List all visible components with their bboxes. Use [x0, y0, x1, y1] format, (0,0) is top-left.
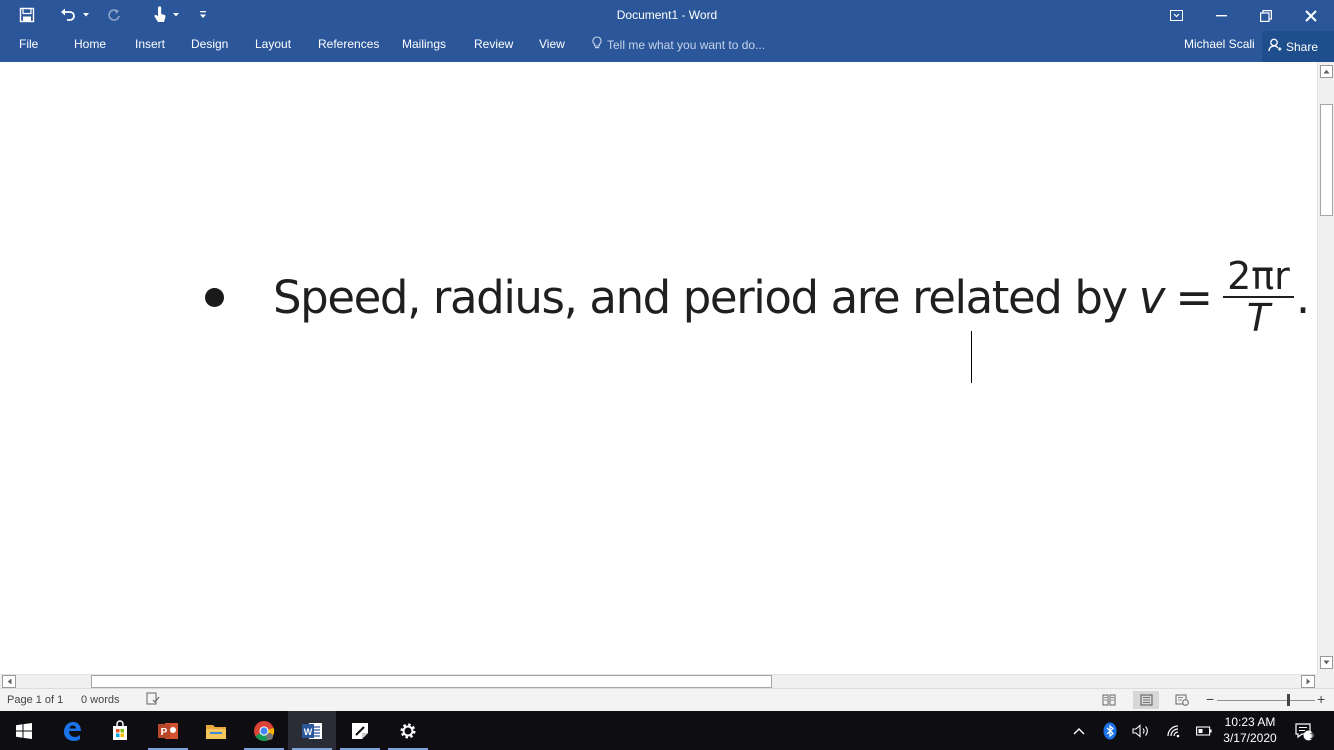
tab-insert[interactable]: Insert	[135, 37, 165, 51]
equation-fraction: 2πr T	[1223, 256, 1294, 338]
wifi-icon[interactable]	[1164, 711, 1184, 750]
settings-icon[interactable]	[384, 711, 432, 750]
store-icon[interactable]	[96, 711, 144, 750]
restore-icon[interactable]	[1243, 0, 1289, 31]
scroll-right-icon[interactable]	[1301, 675, 1315, 688]
print-layout-icon[interactable]	[1133, 691, 1159, 709]
tell-me-placeholder: Tell me what you want to do...	[607, 37, 766, 52]
ribbon-display-options-icon[interactable]	[1153, 0, 1199, 31]
bullet-paragraph[interactable]: Speed, radius, and period are related by…	[200, 247, 1310, 347]
tab-layout[interactable]: Layout	[255, 37, 291, 51]
minimize-icon[interactable]	[1198, 0, 1244, 31]
taskbar: P W 10:23 AM 3/17/2020 1	[0, 711, 1334, 750]
system-clock[interactable]: 10:23 AM 3/17/2020	[1214, 714, 1286, 746]
clock-time: 10:23 AM	[1224, 715, 1276, 729]
scrollbar-corner	[1317, 674, 1334, 688]
proofing-icon[interactable]	[146, 692, 160, 708]
share-button[interactable]: Share	[1262, 31, 1334, 62]
web-layout-icon[interactable]	[1169, 691, 1195, 709]
powerpoint-icon[interactable]: P	[144, 711, 192, 750]
notification-count: 1	[1309, 731, 1315, 741]
scroll-up-icon[interactable]	[1320, 65, 1333, 78]
zoom-slider-thumb[interactable]	[1287, 694, 1290, 706]
close-icon[interactable]	[1288, 0, 1334, 31]
edge-icon[interactable]	[48, 711, 96, 750]
equation-equals: =	[1175, 270, 1214, 324]
show-hidden-icons-icon[interactable]	[1070, 711, 1088, 750]
fraction-denominator: T	[1246, 296, 1271, 340]
tab-review[interactable]: Review	[474, 37, 513, 51]
ribbon-tabs: File Home Insert Design Layout Reference…	[0, 31, 1334, 62]
bullet-icon	[205, 287, 224, 307]
equation-lhs: v	[1138, 270, 1166, 324]
scroll-left-icon[interactable]	[2, 675, 16, 688]
volume-icon[interactable]	[1130, 711, 1152, 750]
word-count[interactable]: 0 words	[81, 694, 120, 706]
share-label: Share	[1286, 39, 1319, 54]
text-cursor	[971, 331, 972, 383]
chrome-icon[interactable]	[240, 711, 288, 750]
tab-design[interactable]: Design	[191, 37, 228, 51]
horizontal-scroll-thumb[interactable]	[91, 675, 772, 688]
bluetooth-icon[interactable]	[1101, 711, 1119, 750]
title-bar: Document1 - Word	[0, 0, 1334, 31]
account-name[interactable]: Michael Scali	[1184, 37, 1255, 51]
status-bar: Page 1 of 1 0 words − +	[0, 688, 1334, 711]
tab-home[interactable]: Home	[74, 37, 106, 51]
zoom-out-icon[interactable]: −	[1206, 691, 1214, 707]
document-canvas[interactable]: Speed, radius, and period are related by…	[0, 62, 1317, 674]
zoom-slider[interactable]	[1217, 700, 1315, 701]
action-center-icon[interactable]: 1	[1292, 711, 1316, 750]
tab-mailings[interactable]: Mailings	[402, 37, 446, 51]
horizontal-scrollbar[interactable]	[0, 674, 1317, 688]
bullet-text: Speed, radius, and period are related by	[273, 270, 1128, 324]
page-count[interactable]: Page 1 of 1	[7, 694, 63, 706]
fraction-numerator: 2πr	[1227, 254, 1290, 298]
zoom-in-icon[interactable]: +	[1317, 691, 1325, 707]
scroll-down-icon[interactable]	[1320, 656, 1333, 669]
tab-view[interactable]: View	[539, 37, 565, 51]
tab-file[interactable]: File	[19, 37, 38, 51]
tab-references[interactable]: References	[318, 37, 379, 51]
battery-icon[interactable]	[1194, 711, 1214, 750]
vertical-scroll-thumb[interactable]	[1320, 104, 1333, 216]
share-person-icon	[1268, 38, 1282, 55]
equation[interactable]: v = 2πr T .	[1139, 256, 1310, 338]
svg-text:P: P	[161, 727, 168, 738]
equation-period: .	[1295, 270, 1311, 324]
file-explorer-icon[interactable]	[192, 711, 240, 750]
svg-text:W: W	[304, 727, 313, 737]
clock-date: 3/17/2020	[1223, 731, 1277, 745]
lightbulb-icon	[592, 36, 602, 53]
word-icon[interactable]: W	[288, 711, 336, 750]
read-mode-icon[interactable]	[1096, 691, 1122, 709]
window-title: Document1 - Word	[616, 8, 718, 22]
tell-me-search[interactable]: Tell me what you want to do...	[592, 36, 765, 53]
vertical-scrollbar[interactable]	[1317, 62, 1334, 674]
sticky-notes-icon[interactable]	[336, 711, 384, 750]
windows-start-icon[interactable]	[0, 711, 48, 750]
